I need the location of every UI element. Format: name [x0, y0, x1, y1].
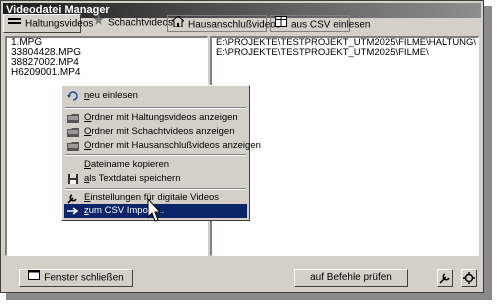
tab-label: Hausanschlußvideos [188, 19, 281, 31]
menu-item-dateiname-kopieren[interactable]: Dateiname kopieren [64, 158, 247, 172]
lines-icon [8, 15, 21, 33]
list-item[interactable]: E:\PROJEKTE\TESTPROJEKT_UTM2025\FILME\ [212, 48, 478, 58]
tool-button-2[interactable] [461, 269, 477, 287]
menu-item-neu-einlesen[interactable]: neu einlesen [64, 89, 247, 103]
menu-label: ls Textdatei speichern [89, 173, 181, 184]
close-window-label: Fenster schließen [44, 272, 124, 284]
menu-item-als-textdatei-speichern[interactable]: als Textdatei speichern [64, 172, 247, 186]
window-icon [28, 270, 41, 286]
tab-label: Haltungsvideos [25, 18, 94, 30]
tab-label: aus CSV einlesen [291, 19, 371, 31]
menu-label: rdner mit Haltungsvideos anzeigen [91, 112, 238, 123]
folder-icon [67, 114, 79, 123]
menu-item-ordner-hausanschlussvideos[interactable]: Ordner mit Hausanschlußvideos anzeigen [64, 139, 261, 153]
list-item[interactable]: H6209001.MP4 [7, 68, 207, 78]
menu-accel: D [84, 159, 91, 170]
mouse-cursor-icon [147, 198, 162, 222]
tab-aus-csv-einlesen[interactable]: aus CSV einlesen [270, 15, 371, 34]
menu-item-ordner-schachtvideos[interactable]: Ordner mit Schachtvideos anzeigen [64, 125, 247, 139]
gear-icon [463, 272, 475, 287]
tab-schachtvideos[interactable]: Schachtvideos [89, 14, 173, 33]
folder-icon [67, 128, 79, 137]
folder-icon [67, 142, 79, 151]
check-commands-button[interactable]: auf Befehle prüfen [294, 269, 408, 287]
menu-separator [65, 188, 246, 190]
save-icon [68, 174, 78, 184]
tool-button-1[interactable] [437, 269, 453, 287]
menu-label: rdner mit Hausanschlußvideos anzeigen [91, 140, 261, 151]
menu-label: eu einlesen [89, 90, 138, 101]
menu-label: rdner mit Schachtvideos anzeigen [91, 126, 235, 137]
wrench-icon [439, 273, 451, 287]
table-icon [275, 16, 287, 34]
menu-separator [65, 154, 246, 156]
tab-haltungsvideos[interactable]: Haltungsvideos [3, 14, 93, 33]
arrow-right-icon [67, 207, 79, 215]
tab-label: Schachtvideos [108, 17, 174, 29]
tab-hausanschlussvideos[interactable]: Hausanschlußvideos [167, 15, 281, 34]
close-window-button[interactable]: Fenster schließen [19, 269, 133, 287]
menu-separator [65, 107, 246, 109]
house-icon [170, 15, 186, 34]
menu-label: ateiname kopieren [90, 159, 170, 170]
settings-icon [67, 194, 77, 204]
menu-item-ordner-haltungsvideos[interactable]: Ordner mit Haltungsvideos anzeigen [64, 111, 247, 125]
star-icon [93, 14, 104, 32]
check-commands-label: auf Befehle prüfen [310, 272, 392, 283]
refresh-icon [67, 91, 78, 101]
